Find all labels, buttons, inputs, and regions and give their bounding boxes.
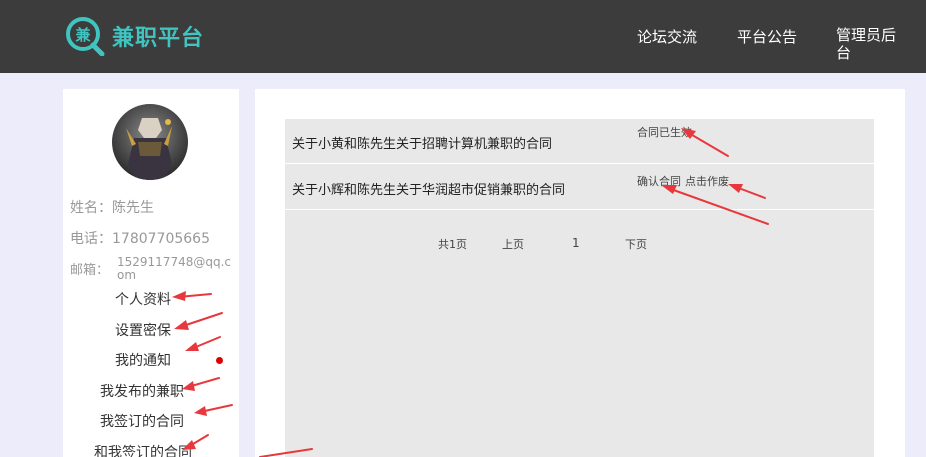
pager-prev-link[interactable]: 上页 [502, 236, 524, 252]
profile-email-value: 1529117748@qq.com [117, 255, 231, 282]
nav-notice-link[interactable]: 平台公告 [737, 26, 797, 47]
confirm-contract-link[interactable]: 确认合同 [637, 175, 681, 188]
menu-profile[interactable]: 个人资料 [115, 289, 171, 309]
pager-total: 共1页 [438, 238, 467, 251]
contract-row: 关于小辉和陈先生关于华润超市促销兼职的合同 确认合同 点击作废 [285, 165, 874, 210]
profile-phone: 电话：17807705665 [70, 231, 210, 247]
logo-magnifier-icon: 兼 [66, 17, 105, 56]
profile-email-label: 邮箱： [70, 263, 110, 278]
pager-next-link[interactable]: 下页 [625, 236, 647, 252]
nav-forum-link[interactable]: 论坛交流 [637, 26, 697, 47]
contract-list: 关于小黄和陈先生关于招聘计算机兼职的合同 合同已生效 关于小辉和陈先生关于华润超… [285, 119, 874, 457]
menu-my-signed-contracts[interactable]: 我签订的合同 [100, 411, 184, 431]
logo-glyph: 兼 [75, 26, 91, 44]
menu-notifications[interactable]: 我的通知 [115, 350, 171, 370]
site-logo[interactable]: 兼 兼职平台 [66, 16, 204, 56]
notification-dot [216, 357, 223, 364]
main-content: 关于小黄和陈先生关于招聘计算机兼职的合同 合同已生效 关于小辉和陈先生关于华润超… [255, 89, 905, 457]
avatar[interactable] [112, 104, 188, 180]
pager-current-page: 1 [572, 236, 580, 250]
menu-security-question[interactable]: 设置密保 [115, 320, 171, 340]
avatar-image [112, 104, 188, 180]
nav-admin-link[interactable]: 管理员后台 [836, 26, 906, 62]
menu-contracts-signed-with-me[interactable]: 和我签订的合同 [94, 442, 192, 457]
top-navbar: 兼 兼职平台 论坛交流 平台公告 管理员后台 [0, 0, 926, 73]
contract-title[interactable]: 关于小辉和陈先生关于华润超市促销兼职的合同 [292, 179, 565, 198]
profile-name: 姓名：陈先生 [70, 200, 154, 216]
user-sidebar: 姓名：陈先生 电话：17807705665 邮箱： 1529117748@qq.… [63, 89, 239, 457]
contract-row: 关于小黄和陈先生关于招聘计算机兼职的合同 合同已生效 [285, 119, 874, 164]
contract-title[interactable]: 关于小黄和陈先生关于招聘计算机兼职的合同 [292, 133, 552, 152]
contract-actions: 确认合同 点击作废 [637, 170, 729, 189]
menu-my-posted-jobs[interactable]: 我发布的兼职 [100, 381, 184, 401]
void-contract-link[interactable]: 点击作废 [685, 175, 729, 188]
site-title: 兼职平台 [112, 26, 205, 51]
contract-status: 合同已生效 [637, 126, 692, 139]
